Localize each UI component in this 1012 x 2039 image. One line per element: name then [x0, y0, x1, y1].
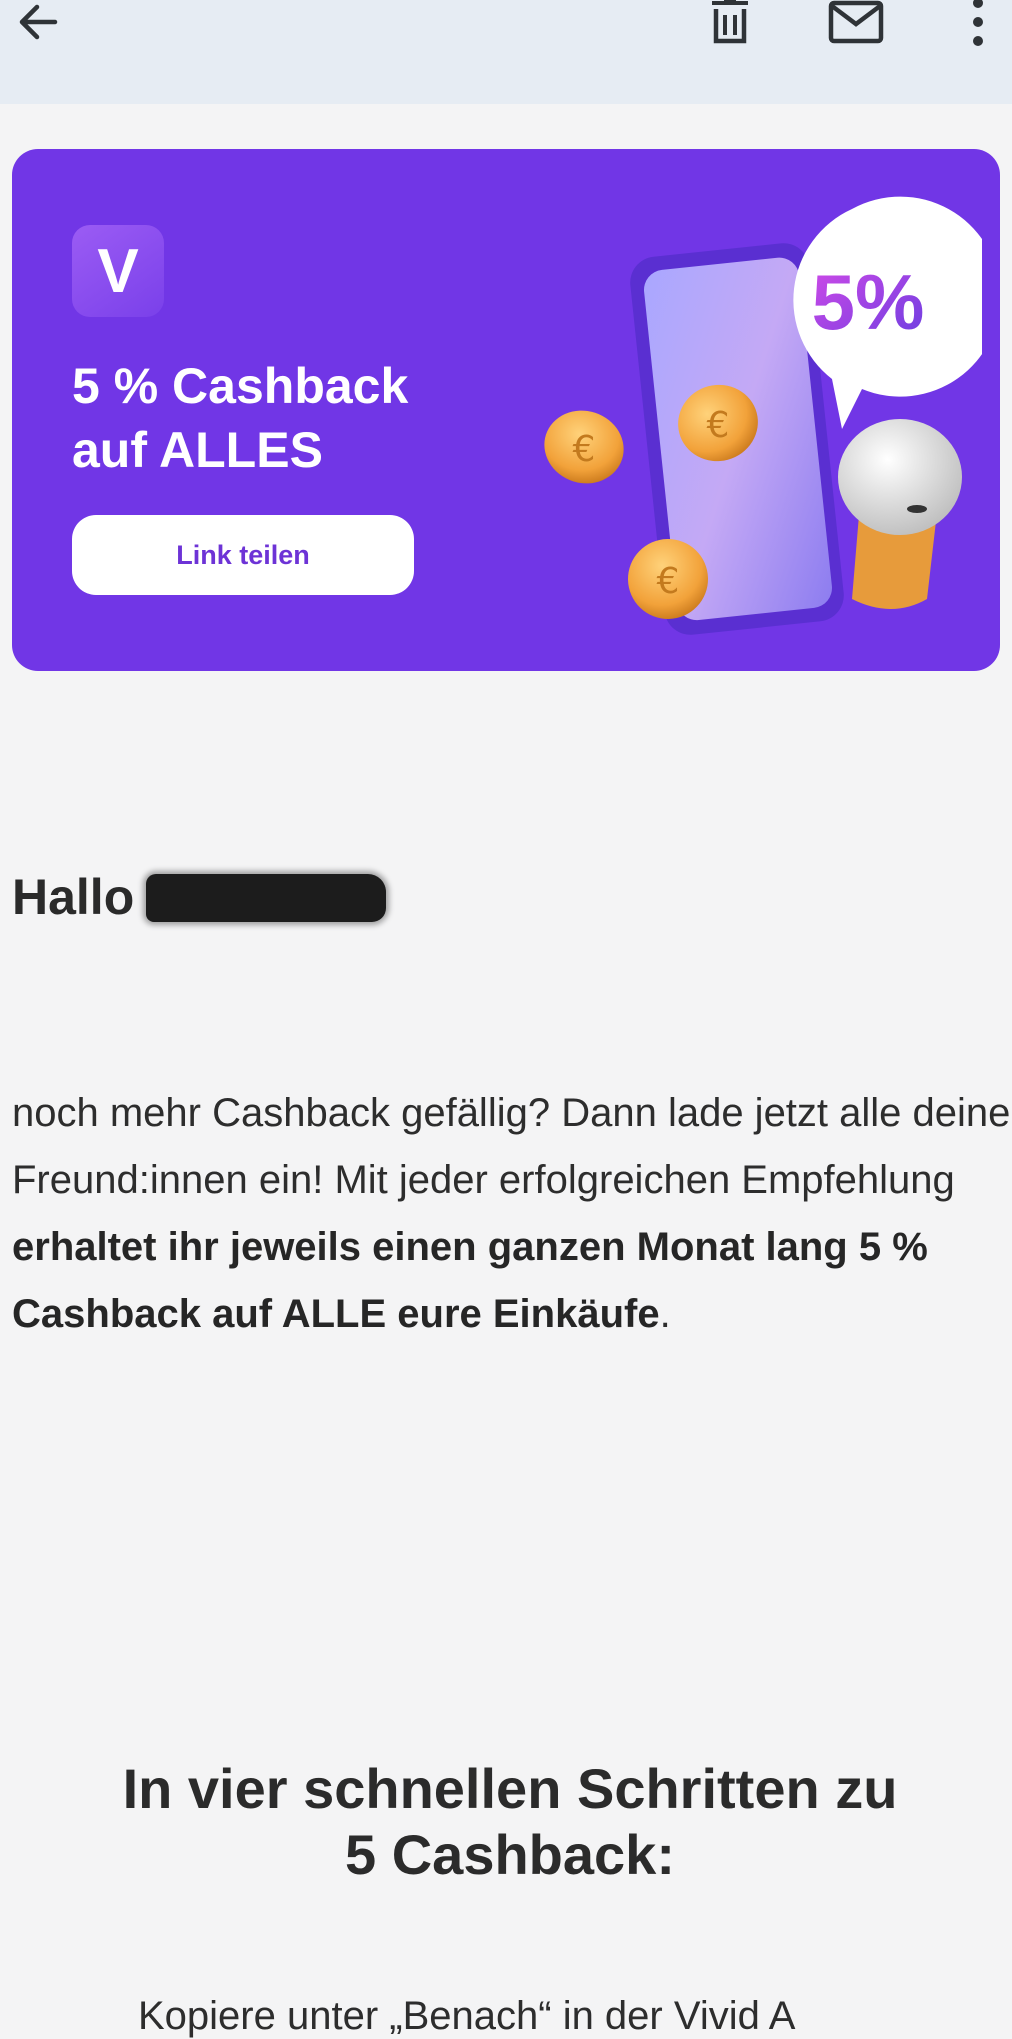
svg-text:€: €: [573, 429, 596, 470]
steps-heading-line1: In vier schnellen Schritten zu: [122, 1757, 898, 1820]
svg-text:€: €: [657, 561, 680, 602]
intro-paragraph: noch mehr Cashback gefällig? Dann lade j…: [12, 1080, 1012, 1348]
mark-unread-button[interactable]: [826, 0, 886, 52]
intro-text: noch mehr Cashback gefällig? Dann lade j…: [12, 1091, 1011, 1202]
banner-title-line1: 5 % Cashback: [72, 358, 409, 414]
promo-banner: V 5 % Cashback auf ALLES Link teilen 5% …: [12, 149, 1000, 671]
steps-heading-line2: 5 Cashback:: [345, 1823, 675, 1886]
svg-text:€: €: [707, 405, 730, 446]
delete-button[interactable]: [700, 0, 760, 52]
vivid-logo: V: [72, 225, 164, 317]
banner-title: 5 % Cashback auf ALLES: [72, 354, 492, 482]
more-vertical-icon: [973, 0, 983, 46]
app-bar: [0, 0, 1012, 104]
back-button[interactable]: [8, 0, 68, 52]
more-options-button[interactable]: [948, 0, 1008, 52]
greeting-prefix: Hallo: [12, 869, 135, 925]
step-1-text: Kopiere unter „Benach“ in der Vivid A: [138, 1994, 796, 2038]
mail-icon: [828, 0, 884, 44]
banner-title-line2: auf ALLES: [72, 422, 323, 478]
email-body: V 5 % Cashback auf ALLES Link teilen 5% …: [8, 104, 1012, 2038]
phone-coins-illustration: 5% € € €: [544, 196, 982, 635]
intro-text-end: .: [659, 1292, 671, 1336]
share-link-button[interactable]: Link teilen: [72, 515, 414, 595]
cashback-badge: 5%: [812, 258, 925, 346]
redacted-name: [146, 874, 387, 922]
greeting: Hallo: [12, 868, 387, 926]
intro-text-bold: erhaltet ihr jeweils einen ganzen Monat …: [12, 1225, 928, 1336]
arrow-left-icon: [19, 4, 58, 40]
steps-heading: In vier schnellen Schritten zu 5 Cashbac…: [8, 1756, 1012, 1888]
trash-icon: [712, 0, 748, 44]
